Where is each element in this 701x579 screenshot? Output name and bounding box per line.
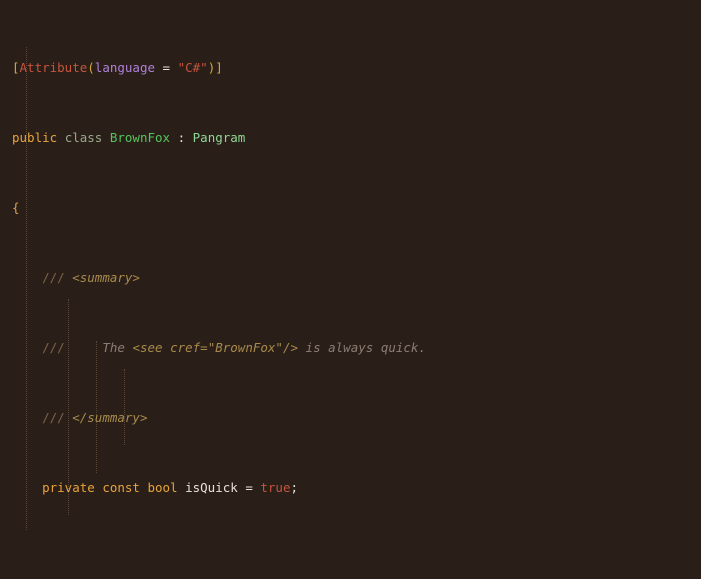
token-keyword: private const bool	[42, 480, 178, 495]
code-line[interactable]: public class BrownFox : Pangram	[0, 131, 701, 145]
token-punctuation: (	[87, 60, 95, 75]
token-operator: :	[170, 130, 193, 145]
token-base-class: Pangram	[192, 130, 246, 145]
token-string: "C#"	[177, 60, 208, 75]
token-doc-slash: ///	[42, 340, 65, 355]
code-line[interactable]: /// <summary>	[0, 271, 701, 285]
token-keyword: public	[12, 130, 58, 145]
token-doc-text: is always quick.	[298, 340, 426, 355]
token-semicolon: ;	[290, 480, 299, 495]
code-line[interactable]: /// </summary>	[0, 411, 701, 425]
token-operator: =	[237, 480, 261, 495]
code-line[interactable]: {	[0, 201, 701, 215]
code-line[interactable]: [Attribute(language = "C#")]	[0, 61, 701, 75]
token-field-name: isQuick	[185, 480, 238, 495]
token-punctuation: )]	[207, 60, 223, 75]
token-doc-slash: ///	[42, 270, 65, 285]
token-doc-attr-value: "BrownFox"	[207, 340, 283, 355]
code-line[interactable]: private const bool isQuick = true;	[0, 481, 701, 495]
token-doc-text: The	[102, 340, 133, 355]
token-doc-tag: <see cref=	[132, 340, 208, 355]
token-literal-true: true	[260, 480, 291, 495]
code-editor-surface[interactable]: [Attribute(language = "C#")] public clas…	[0, 0, 701, 579]
token-operator: =	[155, 60, 178, 75]
token-brace-open: {	[12, 200, 20, 215]
token-keyword-class: class	[64, 130, 103, 145]
token-attribute-argument: language	[94, 60, 156, 75]
token-attribute-name: Attribute	[19, 60, 88, 75]
code-line-blank[interactable]	[0, 551, 701, 565]
token-doc-slash: ///	[42, 410, 65, 425]
token-doc-tag: <summary>	[72, 270, 140, 285]
code-line[interactable]: /// The <see cref="BrownFox"/> is always…	[0, 341, 701, 355]
token-doc-tag: />	[282, 340, 299, 355]
token-class-name: BrownFox	[109, 130, 171, 145]
token-doc-tag: </summary>	[72, 410, 148, 425]
code-lines: [Attribute(language = "C#")] public clas…	[0, 5, 701, 579]
token-punctuation: [	[12, 60, 20, 75]
